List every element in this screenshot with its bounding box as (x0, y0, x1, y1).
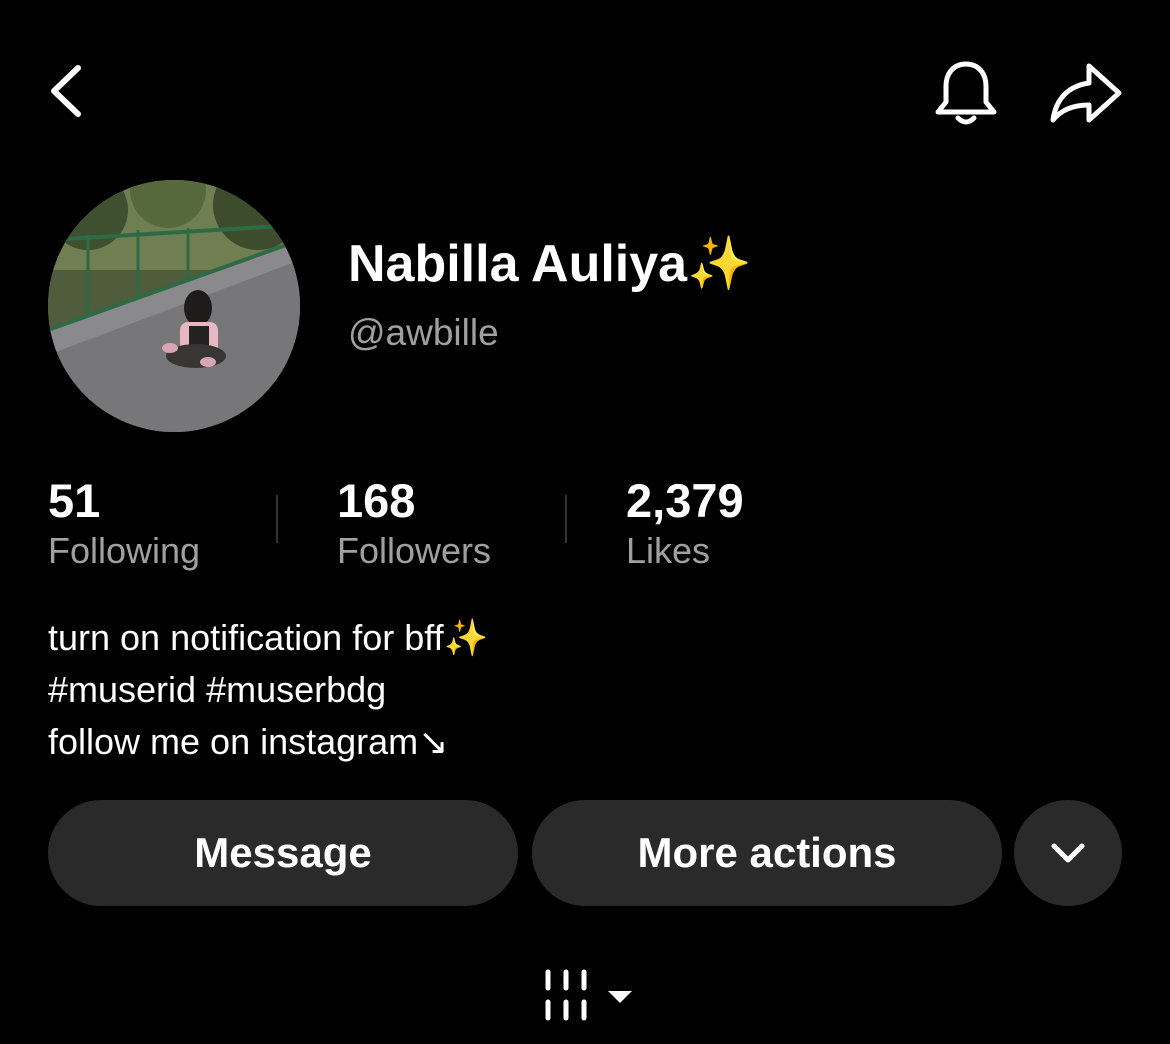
avatar[interactable] (48, 180, 300, 432)
bio-line: #muserid #muserbdg (48, 669, 387, 710)
grid-columns-icon[interactable] (540, 966, 636, 1026)
followers-count: 168 (337, 474, 416, 527)
bell-icon[interactable] (929, 56, 1003, 130)
more-actions-button[interactable]: More actions (532, 800, 1002, 906)
chevron-left-icon[interactable] (38, 58, 100, 124)
display-name: Nabilla Auliya✨ (348, 235, 752, 293)
following-count: 51 (48, 474, 101, 527)
chevron-down-icon (1051, 843, 1085, 863)
likes-label: Likes (626, 530, 711, 571)
bio-line: follow me on instagram↘ (48, 721, 449, 762)
suggested-accounts-dropdown-button[interactable] (1014, 800, 1122, 906)
stat-likes: 2,379 Likes (626, 474, 744, 574)
message-button[interactable]: Message (48, 800, 518, 906)
share-arrow-icon[interactable] (1045, 58, 1125, 128)
stat-divider (276, 495, 278, 543)
bio-line: turn on notification for bff✨ (48, 617, 489, 658)
bio: turn on notification for bff✨ #muserid #… (48, 612, 488, 768)
stat-following[interactable]: 51 Following (48, 474, 200, 574)
stat-divider (565, 495, 567, 543)
stat-followers[interactable]: 168 Followers (337, 474, 491, 574)
more-actions-button-label: More actions (637, 829, 897, 876)
likes-count: 2,379 (626, 474, 744, 527)
profile-photo (48, 180, 300, 432)
following-label: Following (48, 530, 201, 571)
message-button-label: Message (194, 829, 372, 876)
username: @awbille (348, 312, 499, 353)
followers-label: Followers (337, 530, 492, 571)
